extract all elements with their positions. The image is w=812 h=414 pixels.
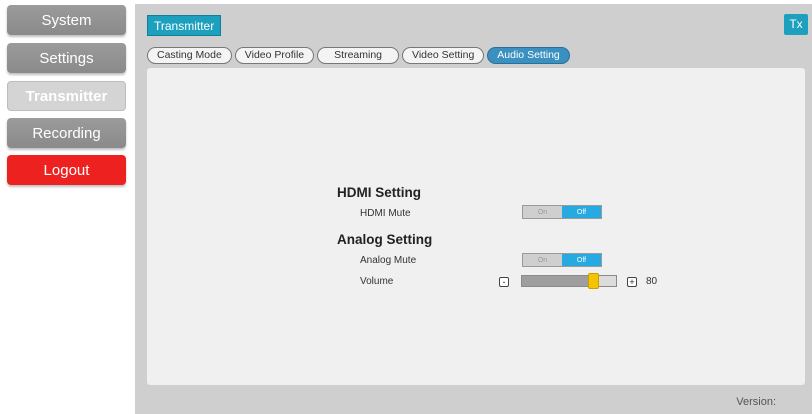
sidebar-item-system[interactable]: System bbox=[7, 5, 126, 35]
volume-label: Volume bbox=[360, 276, 394, 287]
audio-settings-panel: HDMI Setting HDMI Mute On Off Analog Set… bbox=[147, 68, 805, 385]
hdmi-section-title: HDMI Setting bbox=[337, 185, 421, 200]
hdmi-mute-label: HDMI Mute bbox=[360, 208, 411, 219]
version-label: Version: bbox=[736, 396, 776, 408]
sidebar-item-label: Recording bbox=[32, 124, 101, 142]
tab-casting-mode[interactable]: Casting Mode bbox=[147, 47, 232, 64]
tab-video-profile[interactable]: Video Profile bbox=[234, 47, 315, 64]
volume-decrease-button[interactable]: - bbox=[499, 277, 509, 287]
tab-video-setting[interactable]: Video Setting bbox=[402, 47, 485, 64]
analog-mute-toggle[interactable]: On Off bbox=[522, 253, 602, 267]
analog-section-title: Analog Setting bbox=[337, 232, 433, 247]
sidebar-item-settings[interactable]: Settings bbox=[7, 43, 126, 73]
volume-slider[interactable] bbox=[521, 273, 617, 289]
tx-mode-badge[interactable]: Tx bbox=[784, 14, 808, 35]
volume-value: 80 bbox=[646, 276, 658, 287]
volume-slider-thumb[interactable] bbox=[588, 273, 600, 289]
sidebar: System Settings Transmitter Recording Lo… bbox=[0, 0, 135, 414]
volume-increase-button[interactable]: + bbox=[627, 277, 637, 287]
analog-mute-off-option[interactable]: Off bbox=[562, 254, 601, 266]
sidebar-item-recording[interactable]: Recording bbox=[7, 118, 126, 148]
sidebar-item-label: Transmitter bbox=[25, 87, 108, 105]
page-title-button[interactable]: Transmitter bbox=[147, 15, 222, 36]
tab-bar: Casting Mode Video Profile Streaming Vid… bbox=[147, 47, 570, 64]
sidebar-item-label: Settings bbox=[39, 49, 94, 67]
logout-button[interactable]: Logout bbox=[7, 155, 126, 185]
main-panel: Transmitter Tx Casting Mode Video Profil… bbox=[135, 4, 812, 414]
hdmi-mute-off-option[interactable]: Off bbox=[562, 206, 601, 218]
tab-streaming[interactable]: Streaming bbox=[317, 47, 400, 64]
logout-label: Logout bbox=[43, 161, 90, 179]
tab-audio-setting[interactable]: Audio Setting bbox=[487, 47, 570, 64]
analog-mute-label: Analog Mute bbox=[360, 255, 417, 266]
hdmi-mute-toggle[interactable]: On Off bbox=[522, 205, 602, 219]
analog-mute-on-option[interactable]: On bbox=[523, 254, 562, 266]
sidebar-item-label: System bbox=[41, 11, 92, 29]
volume-slider-fill bbox=[522, 276, 594, 286]
hdmi-mute-on-option[interactable]: On bbox=[523, 206, 562, 218]
sidebar-item-transmitter[interactable]: Transmitter bbox=[7, 81, 126, 111]
